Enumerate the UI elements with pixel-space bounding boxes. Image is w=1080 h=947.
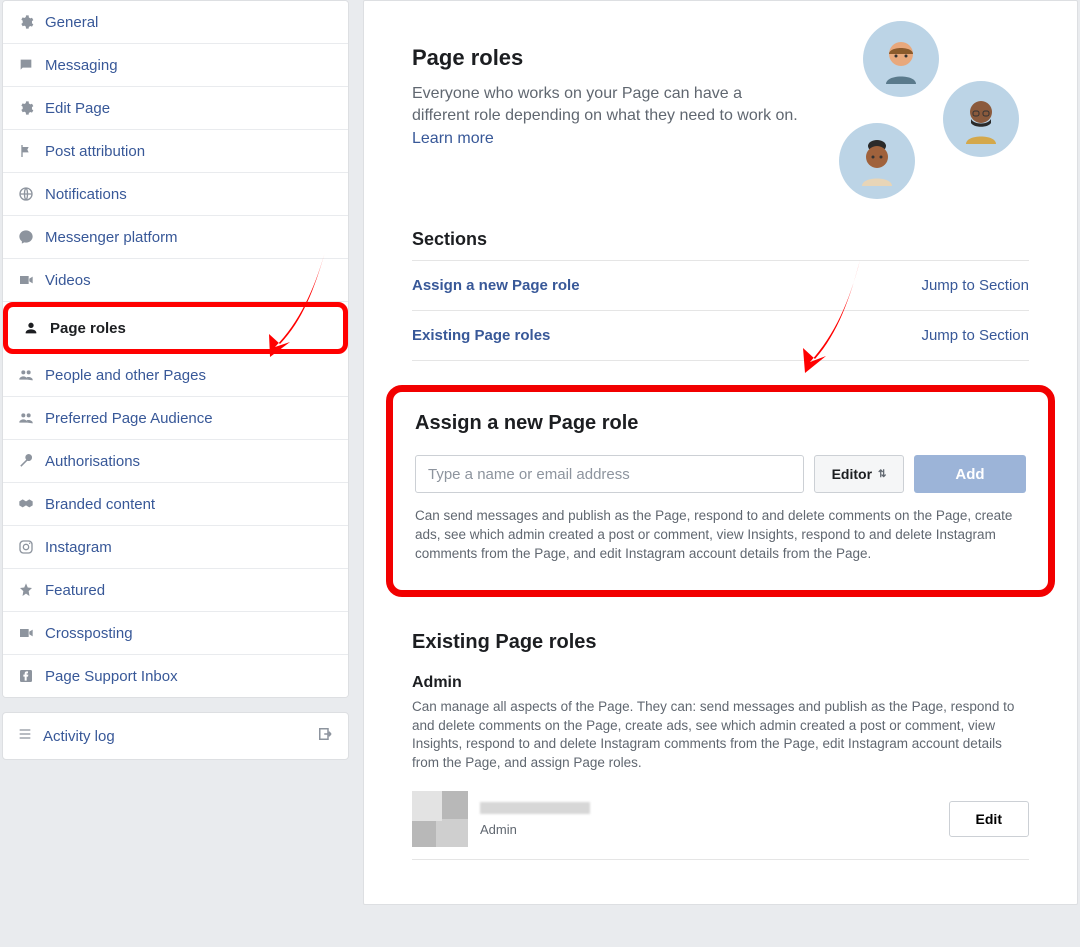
wrench-icon <box>17 452 35 470</box>
sidebar-item-videos[interactable]: Videos <box>3 259 348 302</box>
messenger-icon <box>17 228 35 246</box>
page-description: Everyone who works on your Page can have… <box>412 83 799 150</box>
sidebar-item-messenger-platform[interactable]: Messenger platform <box>3 216 348 259</box>
people-icon <box>17 409 35 427</box>
sidebar-item-label: Page Support Inbox <box>45 668 178 685</box>
sidebar-item-edit-page[interactable]: Edit Page <box>3 87 348 130</box>
sidebar-item-label: Notifications <box>45 186 127 203</box>
learn-more-link[interactable]: Learn more <box>412 130 494 147</box>
user-role-label: Admin <box>480 822 590 837</box>
edit-button[interactable]: Edit <box>949 801 1029 837</box>
sidebar-item-messaging[interactable]: Messaging <box>3 44 348 87</box>
sidebar-item-people-pages[interactable]: People and other Pages <box>3 354 348 397</box>
video-icon <box>17 271 35 289</box>
section-row: Existing Page roles Jump to Section <box>412 310 1029 361</box>
sidebar-item-page-roles[interactable]: Page roles <box>3 302 348 354</box>
sidebar-item-branded-content[interactable]: Branded content <box>3 483 348 526</box>
sidebar-item-label: Messenger platform <box>45 229 178 246</box>
handshake-icon <box>17 495 35 513</box>
role-description: Can manage all aspects of the Page. They… <box>412 698 1029 774</box>
gear-icon <box>17 99 35 117</box>
sidebar-item-crossposting[interactable]: Crossposting <box>3 612 348 655</box>
avatars-illustration <box>809 21 1029 201</box>
chat-icon <box>17 56 35 74</box>
existing-page-roles-panel: Existing Page roles Admin Can manage all… <box>412 631 1029 861</box>
sidebar-item-label: Featured <box>45 582 105 599</box>
updown-icon: ⇅ <box>878 469 886 480</box>
role-permission-description: Can send messages and publish as the Pag… <box>415 507 1026 564</box>
sidebar-item-authorisations[interactable]: Authorisations <box>3 440 348 483</box>
existing-title: Existing Page roles <box>412 631 1029 654</box>
sidebar-item-label: People and other Pages <box>45 367 206 384</box>
people-icon <box>17 366 35 384</box>
assign-title: Assign a new Page role <box>415 412 1026 435</box>
sidebar-item-notifications[interactable]: Notifications <box>3 173 348 216</box>
sections-heading: Sections <box>412 229 1029 250</box>
sidebar-item-label: Videos <box>45 272 91 289</box>
section-assign-link[interactable]: Assign a new Page role <box>412 277 580 294</box>
sidebar-item-label: Authorisations <box>45 453 140 470</box>
role-name: Admin <box>412 674 1029 692</box>
sidebar-item-label: Post attribution <box>45 143 145 160</box>
role-select[interactable]: Editor ⇅ <box>814 455 904 493</box>
sidebar-item-page-support-inbox[interactable]: Page Support Inbox <box>3 655 348 697</box>
user-avatar <box>412 791 468 847</box>
page-title: Page roles <box>412 45 799 71</box>
sidebar-item-preferred-audience[interactable]: Preferred Page Audience <box>3 397 348 440</box>
sidebar-item-label: Preferred Page Audience <box>45 410 213 427</box>
section-row: Assign a new Page role Jump to Section <box>412 260 1029 310</box>
flag-icon <box>17 142 35 160</box>
sidebar-item-featured[interactable]: Featured <box>3 569 348 612</box>
user-name-redacted <box>480 802 590 814</box>
sidebar-item-instagram[interactable]: Instagram <box>3 526 348 569</box>
gear-icon <box>17 13 35 31</box>
sidebar-item-label: Instagram <box>45 539 112 556</box>
sidebar-item-label: Branded content <box>45 496 155 513</box>
activity-log-label: Activity log <box>43 728 115 745</box>
person-icon <box>22 319 40 337</box>
sidebar-item-label: Messaging <box>45 57 118 74</box>
settings-sidebar: General Messaging Edit Page Post attribu… <box>2 0 349 905</box>
star-icon <box>17 581 35 599</box>
sidebar-item-post-attribution[interactable]: Post attribution <box>3 130 348 173</box>
sidebar-item-label: Edit Page <box>45 100 110 117</box>
sidebar-item-general[interactable]: General <box>3 1 348 44</box>
globe-icon <box>17 185 35 203</box>
export-icon <box>316 725 334 747</box>
video-icon <box>17 624 35 642</box>
assign-new-role-panel: Assign a new Page role Editor ⇅ Add Can … <box>386 385 1055 597</box>
role-selected-label: Editor <box>832 466 872 482</box>
instagram-icon <box>17 538 35 556</box>
admin-user-row: Admin Edit <box>412 791 1029 860</box>
sidebar-item-label: General <box>45 14 98 31</box>
add-button[interactable]: Add <box>914 455 1026 493</box>
jump-to-section-link[interactable]: Jump to Section <box>921 327 1029 344</box>
name-email-input[interactable] <box>415 455 804 493</box>
sidebar-menu: General Messaging Edit Page Post attribu… <box>2 0 349 698</box>
section-existing-link[interactable]: Existing Page roles <box>412 327 550 344</box>
list-icon <box>17 726 33 746</box>
sidebar-item-label: Crossposting <box>45 625 133 642</box>
facebook-icon <box>17 667 35 685</box>
jump-to-section-link[interactable]: Jump to Section <box>921 277 1029 294</box>
activity-log-button[interactable]: Activity log <box>2 712 349 760</box>
sidebar-item-label: Page roles <box>50 320 126 337</box>
main-panel: Page roles Everyone who works on your Pa… <box>363 0 1078 905</box>
